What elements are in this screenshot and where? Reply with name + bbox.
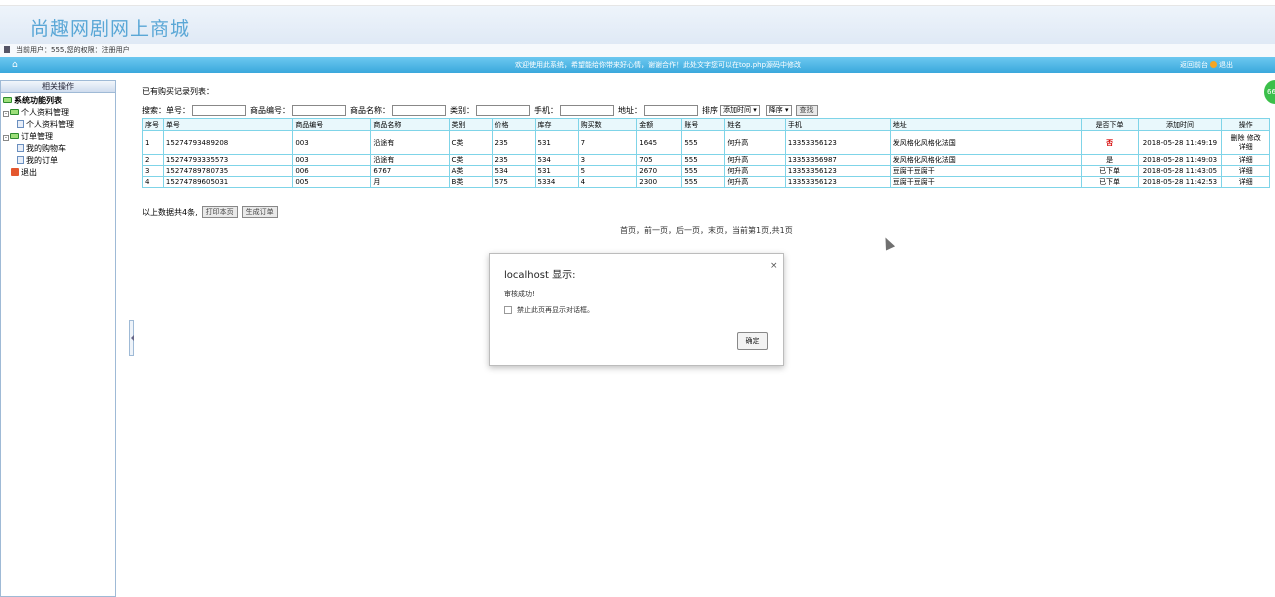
document-icon bbox=[17, 144, 24, 152]
exit-icon bbox=[1210, 61, 1217, 68]
tree-group-profile[interactable]: - 个人资料管理 bbox=[3, 107, 113, 119]
welcome-text: 欢迎使用此系统，希望能给你带来好心情，谢谢合作！此处文字您可以在top.php源… bbox=[515, 61, 802, 69]
sidebar-item-my-orders[interactable]: 我的订单 bbox=[3, 155, 113, 167]
col-header: 价格 bbox=[491, 118, 536, 131]
table-row: 2 15274793335573 003 沿途有 C类 235 534 3 70… bbox=[142, 154, 1270, 166]
collapse-icon[interactable]: - bbox=[3, 111, 9, 117]
col-header: 商品编号 bbox=[292, 118, 372, 131]
record-count: 以上数据共4条, bbox=[142, 207, 198, 217]
generate-order-button[interactable]: 生成订单 bbox=[241, 206, 278, 218]
sidebar-header: 相关操作 bbox=[1, 81, 115, 93]
detail-link[interactable]: 详细 bbox=[1221, 176, 1270, 188]
sort-field-select[interactable]: 添加时间 ▾ bbox=[720, 105, 760, 116]
top-nav-bar: ⌂ 欢迎使用此系统，希望能给你带来好心情，谢谢合作！此处文字您可以在top.ph… bbox=[0, 57, 1275, 73]
address-input[interactable] bbox=[644, 105, 698, 116]
dialog-message: 审核成功! bbox=[504, 290, 535, 298]
col-header: 添加时间 bbox=[1137, 118, 1223, 131]
close-icon[interactable]: × bbox=[770, 261, 778, 271]
exit-link[interactable]: 退出 bbox=[1219, 61, 1233, 69]
site-title: 尚趣网剧网上商城 bbox=[30, 18, 191, 40]
tree-root[interactable]: 系统功能列表 bbox=[3, 95, 113, 107]
col-header: 姓名 bbox=[724, 118, 786, 131]
sidebar: 相关操作 系统功能列表 - 个人资料管理 个人资料管理 - 订单管理 我的购物车 我… bbox=[0, 80, 116, 597]
folder-icon bbox=[10, 133, 19, 139]
search-bar: 搜索： 单号： 商品编号： 商品名称： 类别： 手机： 地址： 排序 添加时间 … bbox=[142, 104, 818, 117]
checkbox-label: 禁止此页再显示对话框。 bbox=[517, 306, 594, 314]
dialog-title: localhost 显示: bbox=[504, 270, 576, 281]
folder-icon bbox=[3, 97, 12, 103]
checkbox-box[interactable] bbox=[504, 306, 512, 314]
suppress-dialogs-checkbox[interactable]: 禁止此页再显示对话框。 bbox=[504, 305, 594, 315]
edit-link[interactable]: 修改 bbox=[1247, 134, 1261, 142]
order-status-toggle[interactable]: 否 bbox=[1080, 130, 1139, 155]
order-table: 序号 单号 商品编号 商品名称 类别 价格 库存 购买数 金额 账号 姓名 手机… bbox=[142, 118, 1270, 188]
ok-button[interactable]: 确定 bbox=[737, 332, 768, 350]
sidebar-item-profile[interactable]: 个人资料管理 bbox=[3, 119, 113, 131]
col-header: 金额 bbox=[636, 118, 683, 131]
site-header: 尚趣网剧网上商城 bbox=[0, 6, 1275, 44]
pagination[interactable]: 首页，前一页，后一页，末页，当前第1页,共1页 bbox=[620, 225, 793, 236]
detail-link[interactable]: 详细 bbox=[1221, 154, 1270, 166]
col-header: 是否下单 bbox=[1080, 118, 1139, 131]
user-info-bar: 当前用户：555,您的权限：注册用户 bbox=[0, 44, 1275, 57]
sidebar-item-cart[interactable]: 我的购物车 bbox=[3, 143, 113, 155]
home-icon[interactable]: ⌂ bbox=[12, 57, 18, 73]
user-icon bbox=[4, 46, 10, 53]
collapse-icon[interactable]: - bbox=[3, 135, 9, 141]
col-header: 购买数 bbox=[577, 118, 638, 131]
record-list-label: 已有购买记录列表： bbox=[142, 87, 214, 96]
table-header-row: 序号 单号 商品编号 商品名称 类别 价格 库存 购买数 金额 账号 姓名 手机… bbox=[142, 118, 1270, 131]
alert-dialog: localhost 显示: × 审核成功! 禁止此页再显示对话框。 确定 bbox=[489, 253, 784, 366]
folder-icon bbox=[10, 109, 19, 115]
document-icon bbox=[17, 156, 24, 164]
sidebar-item-exit[interactable]: 退出 bbox=[3, 167, 113, 179]
col-header: 手机 bbox=[784, 118, 891, 131]
row-actions: 删除 修改 详细 bbox=[1221, 130, 1270, 155]
tree-group-orders[interactable]: - 订单管理 bbox=[3, 131, 113, 143]
col-header: 类别 bbox=[448, 118, 493, 131]
summary-bar: 以上数据共4条, 打印本页 生成订单 bbox=[142, 206, 278, 218]
product-code-input[interactable] bbox=[292, 105, 346, 116]
phone-input[interactable] bbox=[560, 105, 614, 116]
user-info-text: 当前用户：555,您的权限：注册用户 bbox=[16, 46, 130, 54]
col-header: 账号 bbox=[681, 118, 726, 131]
category-input[interactable] bbox=[476, 105, 530, 116]
product-name-input[interactable] bbox=[392, 105, 446, 116]
document-icon bbox=[17, 120, 24, 128]
nav-links: 返回前台 退出 bbox=[1180, 57, 1233, 73]
delete-link[interactable]: 删除 bbox=[1231, 134, 1245, 142]
col-header: 序号 bbox=[142, 118, 164, 131]
col-header: 地址 bbox=[889, 118, 1082, 131]
col-header: 操作 bbox=[1221, 118, 1270, 131]
print-button[interactable]: 打印本页 bbox=[201, 206, 238, 218]
sidebar-collapse-handle[interactable] bbox=[129, 320, 134, 356]
col-header: 商品名称 bbox=[370, 118, 450, 131]
floating-badge[interactable]: 66 bbox=[1264, 80, 1275, 104]
exit-icon bbox=[11, 168, 19, 176]
sort-order-select[interactable]: 降序 ▾ bbox=[765, 105, 792, 116]
col-header: 库存 bbox=[534, 118, 579, 131]
search-button[interactable]: 查找 bbox=[795, 105, 818, 116]
detail-link[interactable]: 详细 bbox=[1221, 165, 1270, 177]
mouse-cursor-icon bbox=[880, 235, 896, 251]
table-row: 3 15274789780735 006 6767 A类 534 531 5 2… bbox=[142, 165, 1270, 177]
sidebar-tree: 系统功能列表 - 个人资料管理 个人资料管理 - 订单管理 我的购物车 我的订单 退… bbox=[1, 93, 115, 181]
col-header: 单号 bbox=[162, 118, 294, 131]
table-row: 1 15274793489208 003 沿途有 C类 235 531 7 16… bbox=[142, 130, 1270, 155]
detail-link[interactable]: 详细 bbox=[1239, 143, 1253, 151]
order-number-input[interactable] bbox=[192, 105, 246, 116]
table-row: 4 15274789605031 005 月 B类 575 5334 4 230… bbox=[142, 176, 1270, 188]
back-to-front-link[interactable]: 返回前台 bbox=[1180, 61, 1208, 69]
